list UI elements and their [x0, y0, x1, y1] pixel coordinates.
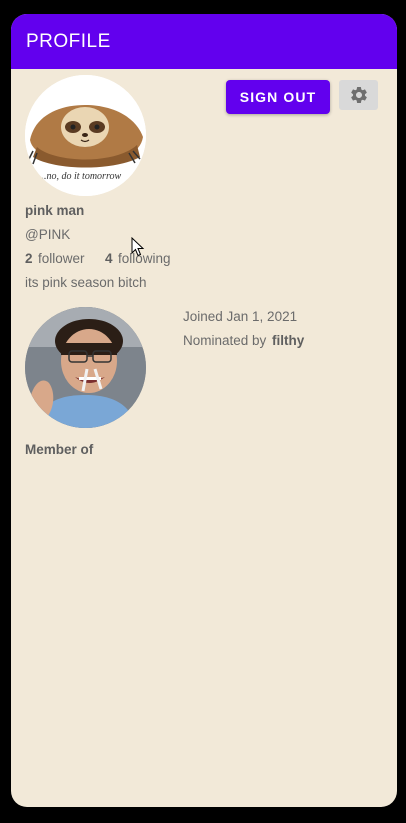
followers-label[interactable]: follower	[38, 251, 85, 266]
app-bar: PROFILE	[11, 14, 397, 69]
member-of-heading: Member of	[25, 442, 94, 457]
profile-handle: @PINK	[25, 227, 71, 242]
profile-bio: its pink season bitch	[25, 275, 147, 290]
page-title: PROFILE	[26, 30, 111, 52]
profile-avatar[interactable]: ...no, do it tomorrow	[25, 75, 146, 196]
gear-icon	[350, 87, 367, 103]
settings-button[interactable]	[339, 80, 378, 110]
app-screen: PROFILE ...no, do it tomorrow SIGN OUT p…	[11, 14, 397, 807]
nominator-avatar[interactable]	[25, 307, 146, 428]
joined-date: Joined Jan 1, 2021	[183, 309, 298, 324]
sloth-avatar-image: ...no, do it tomorrow	[25, 75, 146, 196]
nominated-by-user[interactable]: filthy	[272, 333, 304, 348]
profile-name: pink man	[25, 203, 85, 218]
following-count[interactable]: 4	[105, 251, 113, 266]
followers-count[interactable]: 2	[25, 251, 33, 266]
avatar-caption: ...no, do it tomorrow	[39, 171, 121, 182]
person-photo-image	[25, 307, 146, 428]
mouse-pointer-icon	[131, 237, 145, 257]
sign-out-button[interactable]: SIGN OUT	[226, 80, 330, 114]
nominated-by-prefix: Nominated by	[183, 333, 267, 348]
